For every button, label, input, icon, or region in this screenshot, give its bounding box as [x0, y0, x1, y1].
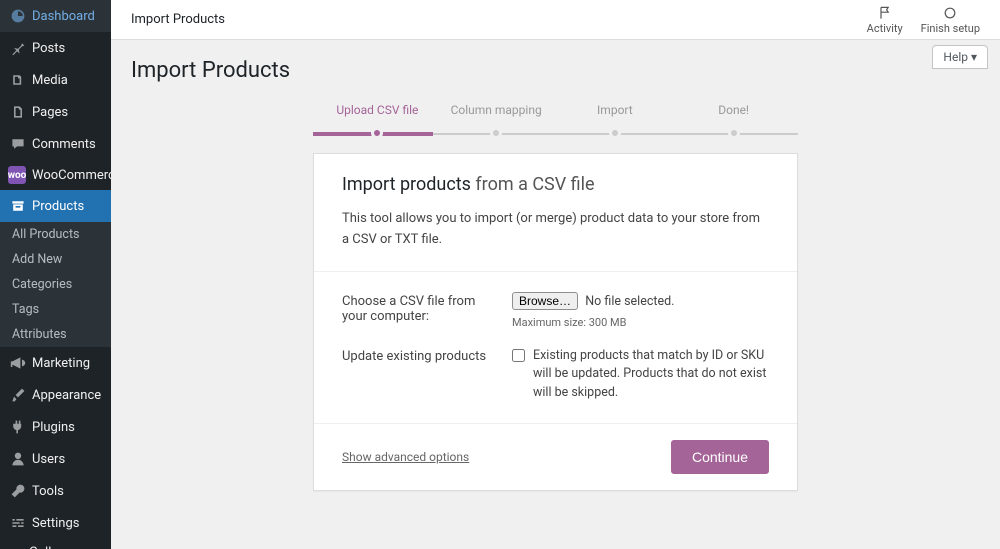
- sidebar-item-plugins[interactable]: Plugins: [0, 411, 111, 443]
- activity-label: Activity: [867, 22, 903, 35]
- step-dot-icon: [609, 127, 621, 139]
- sidebar-item-comments[interactable]: Comments: [0, 128, 111, 160]
- sidebar-item-label: Marketing: [32, 356, 90, 371]
- wrench-icon: [8, 481, 28, 501]
- submenu-add-new[interactable]: Add New: [0, 247, 111, 272]
- sidebar-item-users[interactable]: Users: [0, 443, 111, 475]
- step-label: Upload CSV file: [318, 103, 437, 117]
- topbar: Import Products Activity Finish setup: [111, 0, 1000, 40]
- dashboard-icon: [8, 6, 28, 26]
- main-content: Import Products Upload CSV file Column m…: [111, 0, 1000, 525]
- comment-icon: [8, 134, 28, 154]
- sidebar-item-label: Dashboard: [32, 9, 95, 24]
- submenu-attributes[interactable]: Attributes: [0, 322, 111, 347]
- card-title-emph: from a CSV file: [475, 174, 594, 195]
- plug-icon: [8, 417, 28, 437]
- sidebar-item-media[interactable]: Media: [0, 64, 111, 96]
- sidebar-item-label: Products: [32, 199, 84, 214]
- admin-sidebar: Dashboard Posts Media Pages Comments woo…: [0, 0, 111, 549]
- submenu-categories[interactable]: Categories: [0, 272, 111, 297]
- sidebar-item-settings[interactable]: Settings: [0, 507, 111, 539]
- file-status: No file selected.: [585, 294, 674, 309]
- card-description: This tool allows you to import (or merge…: [342, 209, 769, 251]
- circle-icon: [942, 4, 958, 22]
- sidebar-item-label: Pages: [32, 105, 68, 120]
- sidebar-item-label: WooCommerce: [32, 168, 122, 183]
- sidebar-item-products[interactable]: Products: [0, 190, 111, 222]
- woocommerce-icon: woo: [8, 166, 26, 184]
- sidebar-item-appearance[interactable]: Appearance: [0, 379, 111, 411]
- card-title: Import products from a CSV file: [342, 174, 769, 195]
- continue-button[interactable]: Continue: [671, 440, 769, 474]
- page-icon: [8, 102, 28, 122]
- step-label: Import: [556, 103, 675, 117]
- browse-button[interactable]: Browse…: [512, 292, 578, 310]
- sidebar-item-tools[interactable]: Tools: [0, 475, 111, 507]
- user-icon: [8, 449, 28, 469]
- step-upload: Upload CSV file: [318, 103, 437, 139]
- sidebar-item-dashboard[interactable]: Dashboard: [0, 0, 111, 32]
- archive-icon: [8, 196, 28, 216]
- step-done: Done!: [674, 103, 793, 139]
- step-dot-icon: [371, 127, 383, 139]
- sidebar-item-label: Plugins: [32, 420, 75, 435]
- step-mapping: Column mapping: [437, 103, 556, 139]
- products-submenu: All Products Add New Categories Tags Att…: [0, 222, 111, 347]
- flag-icon: [877, 4, 893, 22]
- max-size-text: Maximum size: 300 MB: [512, 316, 769, 329]
- sliders-icon: [8, 513, 28, 533]
- pin-icon: [8, 38, 28, 58]
- sidebar-item-woocommerce[interactable]: woo WooCommerce: [0, 160, 111, 190]
- sidebar-item-label: Comments: [32, 137, 96, 152]
- import-card: Import products from a CSV file This too…: [313, 153, 798, 491]
- sidebar-item-label: Collapse menu: [29, 545, 103, 549]
- page-title: Import Products: [131, 58, 980, 83]
- sidebar-item-collapse[interactable]: Collapse menu: [0, 539, 111, 549]
- sidebar-item-label: Settings: [32, 516, 79, 531]
- finish-setup-button[interactable]: Finish setup: [921, 4, 980, 35]
- sidebar-item-label: Appearance: [32, 388, 101, 403]
- sidebar-item-posts[interactable]: Posts: [0, 32, 111, 64]
- sidebar-item-label: Media: [32, 73, 68, 88]
- update-existing-checkbox-row[interactable]: Existing products that match by ID or SK…: [512, 347, 769, 403]
- help-button[interactable]: Help ▾: [932, 45, 988, 69]
- finish-setup-label: Finish setup: [921, 22, 980, 35]
- advanced-options-link[interactable]: Show advanced options: [342, 450, 469, 464]
- card-title-prefix: Import products: [342, 174, 475, 195]
- media-icon: [8, 70, 28, 90]
- submenu-tags[interactable]: Tags: [0, 297, 111, 322]
- submenu-all-products[interactable]: All Products: [0, 222, 111, 247]
- megaphone-icon: [8, 353, 28, 373]
- update-existing-help: Existing products that match by ID or SK…: [533, 347, 769, 403]
- step-label: Done!: [674, 103, 793, 117]
- topbar-title: Import Products: [131, 12, 225, 27]
- brush-icon: [8, 385, 28, 405]
- choose-file-label: Choose a CSV file from your computer:: [342, 292, 512, 324]
- sidebar-item-marketing[interactable]: Marketing: [0, 347, 111, 379]
- step-dot-icon: [728, 127, 740, 139]
- progress-stepper: Upload CSV file Column mapping Import Do…: [313, 103, 798, 139]
- step-import: Import: [556, 103, 675, 139]
- update-existing-checkbox[interactable]: [512, 349, 525, 362]
- sidebar-item-label: Tools: [32, 484, 64, 499]
- sidebar-item-pages[interactable]: Pages: [0, 96, 111, 128]
- sidebar-item-label: Posts: [32, 41, 65, 56]
- activity-button[interactable]: Activity: [867, 4, 903, 35]
- update-existing-label: Update existing products: [342, 347, 512, 364]
- step-label: Column mapping: [437, 103, 556, 117]
- step-dot-icon: [490, 127, 502, 139]
- sidebar-item-label: Users: [32, 452, 65, 467]
